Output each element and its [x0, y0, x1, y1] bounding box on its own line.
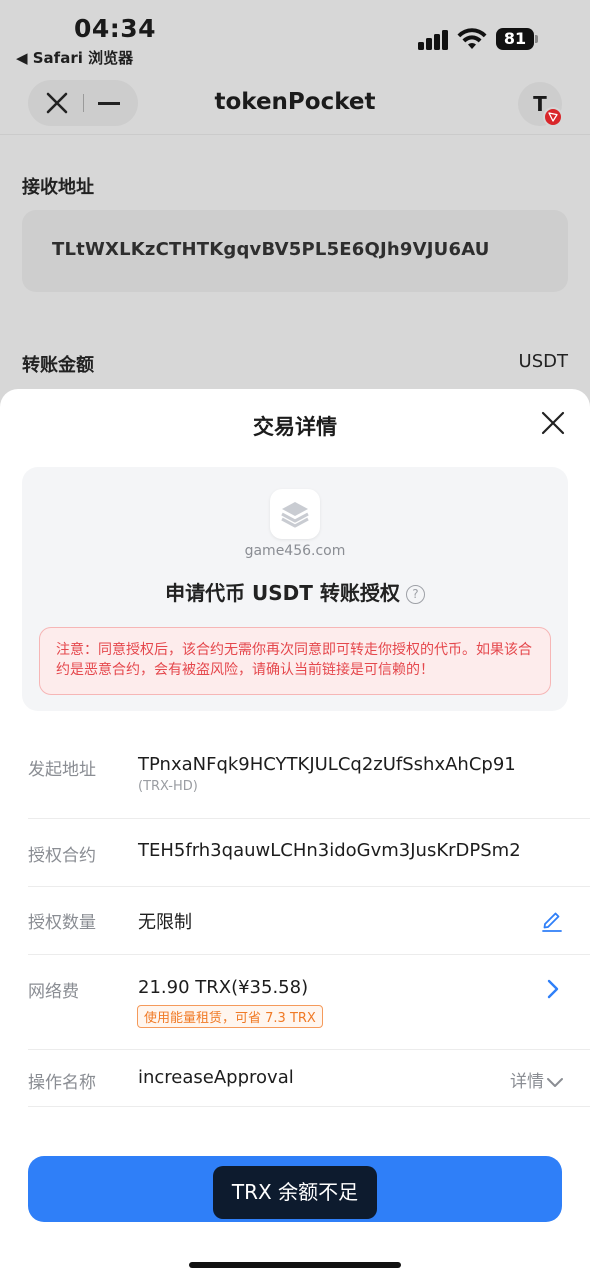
method-row: 操作名称 increaseApproval 详情: [28, 1050, 590, 1107]
contract-row: 授权合约 TEH5frh3qauwLCHn3idoGvm3JusKrDPSm2: [28, 819, 590, 887]
method-detail-label: 详情: [510, 1072, 544, 1092]
from-address-value: TPnxaNFqk9HCYTKJULCq2zUfSshxAhCp91: [138, 754, 516, 775]
risk-warning: 注意：同意授权后，该合约无需你再次同意即可转走你授权的代币。如果该合约是恶意合约…: [39, 627, 551, 695]
transaction-detail-sheet: 交易详情 game456.com 申请代币 USDT 转账授权? 注意：同意授权…: [0, 389, 590, 1280]
contract-value: TEH5frh3qauwLCHn3idoGvm3JusKrDPSm2: [138, 840, 521, 861]
receive-address-label: 接收地址: [22, 177, 94, 198]
transfer-amount-unit: USDT: [518, 351, 568, 372]
network-fee-label: 网络费: [28, 982, 79, 1002]
from-address-row: 发起地址 TPnxaNFqk9HCYTKJULCq2zUfSshxAhCp91 …: [28, 741, 590, 819]
battery-indicator: 81: [496, 28, 538, 50]
status-time: 04:34: [74, 14, 157, 43]
request-title: 申请代币 USDT 转账授权?: [22, 577, 568, 606]
authorized-amount-value: 无限制: [138, 912, 192, 933]
receive-address-value: TLtWXLKzCTHTKgqvBV5PL5E6QJh9VJU6AU: [52, 239, 490, 260]
authorization-card: game456.com 申请代币 USDT 转账授权? 注意：同意授权后，该合约…: [22, 467, 568, 711]
method-label: 操作名称: [28, 1073, 96, 1093]
transfer-amount-label: 转账金额: [22, 355, 94, 376]
page-title: tokenPocket: [214, 89, 376, 115]
method-detail-toggle[interactable]: 详情: [510, 1067, 564, 1092]
energy-rental-tag[interactable]: 使用能量租赁，可省 7.3 TRX: [137, 1005, 323, 1028]
status-bar: 04:34 ◀ Safari 浏览器 81: [0, 0, 590, 72]
from-address-network: (TRX-HD): [138, 779, 198, 794]
edit-icon[interactable]: [540, 908, 564, 932]
wifi-icon: [457, 28, 487, 49]
method-value: increaseApproval: [138, 1067, 294, 1088]
cellular-signal-icon: [418, 30, 450, 50]
authorized-amount-row: 授权数量 无限制: [28, 887, 590, 955]
contract-label: 授权合约: [28, 846, 96, 866]
sheet-title: 交易详情: [253, 415, 337, 439]
request-title-text: 申请代币 USDT 转账授权: [165, 581, 400, 605]
insufficient-balance-toast: TRX 余额不足: [213, 1166, 377, 1219]
dapp-layers-icon: [270, 489, 320, 539]
authorized-amount-label: 授权数量: [28, 913, 96, 933]
chevron-down-icon: [547, 1078, 563, 1087]
chevron-right-icon[interactable]: [546, 979, 560, 999]
from-address-label: 发起地址: [28, 760, 96, 780]
help-icon[interactable]: ?: [405, 585, 425, 604]
back-to-safari-link[interactable]: ◀ Safari 浏览器: [16, 47, 133, 68]
network-fee-value: 21.90 TRX(¥35.58): [138, 977, 309, 998]
home-indicator[interactable]: [189, 1262, 401, 1268]
network-fee-row[interactable]: 网络费 21.90 TRX(¥35.58) 使用能量租赁，可省 7.3 TRX: [28, 955, 590, 1050]
close-icon[interactable]: [541, 411, 565, 435]
tron-badge-icon: [543, 107, 563, 127]
receive-address-field[interactable]: TLtWXLKzCTHTKgqvBV5PL5E6QJh9VJU6AU: [22, 210, 568, 292]
dapp-domain: game456.com: [244, 543, 346, 559]
header-divider: [0, 134, 590, 135]
